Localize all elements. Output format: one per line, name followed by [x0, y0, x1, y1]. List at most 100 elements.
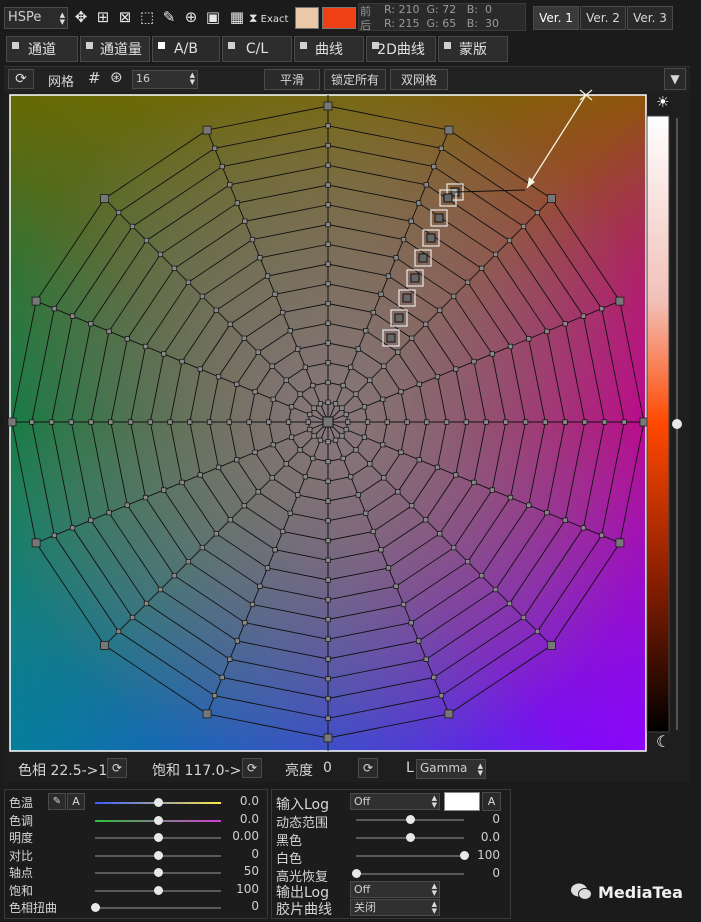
grid-control-point — [269, 475, 275, 481]
grid-control-point — [348, 364, 354, 370]
grid-control-point — [615, 296, 625, 306]
grid-control-point — [325, 478, 331, 484]
grid-control-point — [520, 223, 527, 230]
grid-control-point — [325, 577, 331, 583]
grid-control-point — [416, 200, 422, 206]
grid-control-point — [355, 492, 361, 498]
black-knob[interactable] — [406, 833, 415, 842]
grid-control-point — [124, 502, 130, 508]
grid-control-point — [370, 309, 376, 316]
grid-control-point — [129, 614, 136, 621]
grid-control-point — [339, 405, 345, 411]
grid-control-point — [212, 145, 218, 151]
luminance-slider-knob[interactable] — [672, 419, 682, 429]
grid-control-point — [219, 163, 225, 170]
moon-icon[interactable]: ☾ — [656, 732, 670, 751]
grid-control-point — [310, 382, 316, 389]
sun-icon[interactable]: ☀ — [656, 93, 669, 111]
grid-control-point — [31, 538, 41, 548]
left-slider-knob[interactable] — [154, 815, 163, 825]
left-slider-knob[interactable] — [154, 850, 163, 860]
input-log-select[interactable]: Off ▲ ▼ — [350, 793, 440, 810]
auto-button[interactable]: A — [67, 793, 85, 810]
grid-control-point — [471, 358, 477, 365]
left-slider-knob[interactable] — [154, 868, 163, 877]
grid-control-point — [272, 547, 278, 553]
grid-control-point — [88, 517, 94, 523]
grid-control-point — [317, 437, 324, 443]
left-slider-value: 0 — [251, 899, 259, 913]
black-value: 0.0 — [480, 830, 500, 844]
grid-control-point — [264, 565, 271, 571]
grid-control-point — [288, 434, 295, 440]
grid-control-point — [423, 656, 429, 662]
grid-control-point — [307, 411, 313, 418]
saturation-reset-icon[interactable]: ⟳ — [242, 758, 262, 778]
grid-control-point — [385, 565, 392, 571]
grid-control-point — [311, 433, 317, 439]
left-slider-knob[interactable] — [91, 903, 100, 912]
ab-grid-canvas[interactable] — [0, 0, 701, 922]
left-slider-knob[interactable] — [154, 833, 163, 842]
grid-control-point — [492, 586, 499, 593]
l-label: L — [406, 760, 414, 776]
grid-control-point — [242, 218, 248, 224]
spinner-icon: ▲ ▼ — [431, 794, 437, 809]
grid-control-point — [206, 419, 213, 425]
grid-control-point — [129, 223, 136, 230]
grid-control-point — [325, 439, 331, 445]
highlight-recovery-knob[interactable] — [352, 869, 361, 878]
grid-control-point — [562, 517, 568, 523]
log-color-swatch[interactable] — [444, 792, 480, 811]
input-log-label: 输入Log — [276, 797, 330, 813]
grid-control-point — [332, 437, 339, 443]
hue-reset-icon[interactable]: ⟳ — [107, 758, 127, 778]
grid-control-point — [582, 419, 588, 425]
hue-readout: 色相 22.5->1 — [18, 763, 108, 779]
grid-control-point — [416, 381, 422, 387]
grid-control-point — [323, 101, 333, 111]
grid-control-point — [124, 336, 130, 342]
left-slider-track[interactable] — [95, 907, 221, 909]
grid-control-point — [437, 531, 443, 537]
grid-control-point — [395, 349, 401, 355]
log-auto-button[interactable]: A — [482, 792, 501, 811]
grid-control-point — [444, 709, 454, 719]
white-slider[interactable] — [356, 855, 464, 857]
grid-control-point — [266, 419, 272, 425]
input-log-value: Off — [354, 795, 371, 808]
grid-control-point — [408, 218, 414, 224]
grid-control-point — [361, 434, 368, 440]
left-slider-knob[interactable] — [154, 885, 163, 895]
left-slider-value: 0 — [251, 846, 259, 861]
white-balance-picker-icon[interactable]: ✎ — [48, 793, 66, 810]
left-slider-knob[interactable] — [154, 798, 163, 807]
selected-point — [434, 213, 444, 223]
grid-control-point — [463, 419, 469, 425]
gamma-select[interactable]: Gamma ▲ ▼ — [416, 759, 486, 779]
grid-control-point — [534, 628, 541, 635]
grid-control-point — [270, 396, 276, 402]
brightness-reset-icon[interactable]: ⟳ — [358, 758, 378, 778]
grid-control-point — [526, 336, 532, 342]
dynamic-range-knob[interactable] — [406, 815, 415, 824]
output-log-select[interactable]: Off ▲ ▼ — [350, 881, 440, 898]
grid-control-point — [227, 182, 233, 188]
grid-control-point — [297, 391, 303, 397]
film-curve-select[interactable]: 关闭 ▲ ▼ — [350, 899, 440, 916]
grid-control-point — [340, 382, 346, 389]
grid-control-point — [88, 321, 94, 327]
left-slider-label: 明度 — [9, 831, 34, 845]
highlight-recovery-slider[interactable] — [356, 873, 464, 875]
grid-control-point — [343, 411, 349, 418]
grid-control-point — [522, 419, 529, 425]
grid-center-point — [322, 416, 334, 428]
left-slider-value: 0.0 — [239, 794, 259, 808]
grid-control-point — [219, 674, 225, 681]
grid-control-point — [48, 419, 55, 425]
grid-control-point — [297, 447, 303, 453]
grid-control-point — [580, 525, 587, 531]
grid-control-point — [378, 291, 384, 297]
grid-control-point — [384, 419, 390, 425]
grid-control-point — [355, 346, 361, 352]
